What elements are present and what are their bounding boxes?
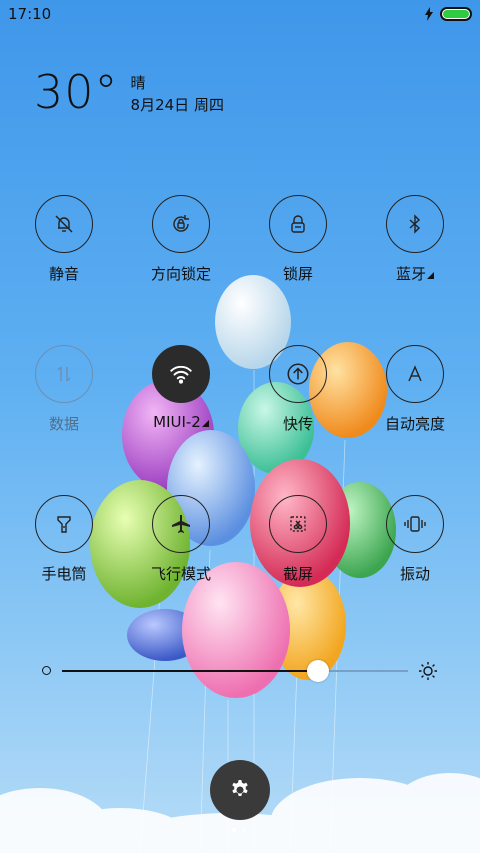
more-indicator-icon [427,272,434,279]
page-indicator [232,828,246,832]
bell-off-icon [55,215,73,233]
flashlight-icon [57,516,71,533]
toggle-label: 锁屏 [282,265,313,283]
toggle-label: 快传 [282,415,313,433]
status-time: 17:10 [8,5,52,23]
mobile-data-icon [57,366,71,382]
brightness-thumb[interactable] [307,660,330,682]
upload-icon [287,363,309,385]
settings-button[interactable] [210,760,270,820]
lock-icon [291,215,305,233]
more-indicator-icon [201,420,209,427]
toggle-label: 方向锁定 [150,265,211,283]
brightness-track[interactable] [62,660,408,682]
brightness-high-icon [419,662,437,680]
toggle-bluetooth[interactable]: 蓝牙 [360,195,470,284]
status-bar: 17:10 [0,0,480,28]
auto-brightness-icon [408,365,422,382]
toggle-vibrate[interactable]: 振动 [360,495,470,584]
toggle-label: 数据 [48,415,79,433]
temperature: 30° [34,65,119,119]
screenshot-icon [290,516,306,532]
toggle-quick-transfer[interactable]: 快传 [243,345,353,434]
vibrate-icon [404,516,426,532]
toggle-label: 飞行模式 [150,565,211,583]
weather-condition: 晴 [130,74,146,92]
toggle-mobile-data[interactable]: 数据 [9,345,119,434]
toggle-label: 自动亮度 [384,415,445,433]
toggle-lock-screen[interactable]: 锁屏 [243,195,353,284]
toggle-label-row: 蓝牙 [360,263,470,284]
toggle-silent[interactable]: 静音 [9,195,119,284]
toggle-auto-brightness[interactable]: 自动亮度 [360,345,470,434]
toggle-label-row: MIUI-2 [126,413,236,431]
bluetooth-icon [409,214,421,234]
page-dot [242,828,246,832]
toggle-label: 静音 [48,265,79,283]
toggle-airplane[interactable]: 飞行模式 [126,495,236,584]
toggle-screenshot[interactable]: 截屏 [243,495,353,584]
toggle-flashlight[interactable]: 手电筒 [9,495,119,584]
toggle-label: MIUI-2 [153,413,201,431]
gear-icon [232,780,248,796]
wifi-icon [170,365,192,384]
weather-date: 8月24日 周四 [130,96,224,114]
status-icons [424,7,472,21]
toggle-rotation-lock[interactable]: 方向锁定 [126,195,236,284]
page-dot [232,828,236,832]
toggle-label: 蓝牙 [395,265,426,283]
toggle-label: 截屏 [282,565,313,583]
brightness-fill [62,670,319,672]
rotation-lock-icon [173,215,189,232]
charging-icon [425,7,433,21]
airplane-icon [172,515,190,533]
battery-icon [440,7,472,21]
toggle-label: 振动 [399,565,430,583]
toggle-label: 手电筒 [41,565,87,583]
toggle-wifi[interactable]: MIUI-2 [126,345,236,431]
weather-widget[interactable]: 30° 晴 8月24日 周四 [34,66,224,118]
brightness-slider[interactable] [40,655,450,687]
brightness-low-icon [42,666,51,675]
